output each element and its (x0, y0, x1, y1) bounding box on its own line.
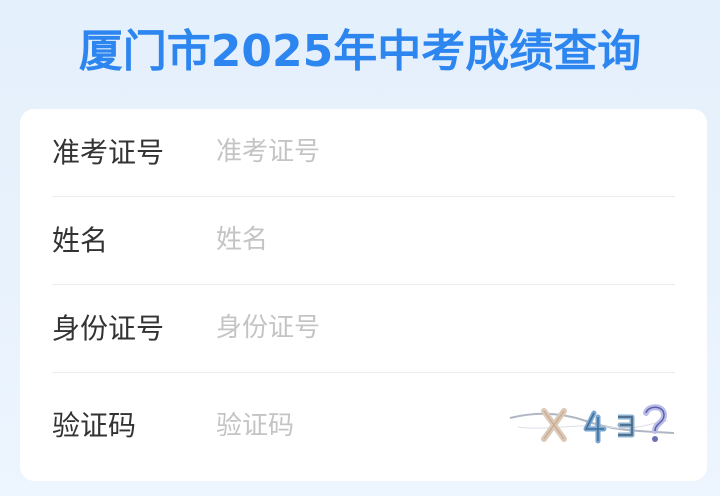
id-number-label: 身份证号 (52, 312, 165, 345)
captcha-glyph (617, 414, 635, 438)
captcha-label: 验证码 (52, 409, 137, 442)
exam-number-input[interactable] (216, 131, 506, 173)
captcha-glyph (583, 410, 607, 444)
captcha-input[interactable] (216, 405, 506, 447)
exam-number-label: 准考证号 (52, 136, 165, 169)
name-input[interactable] (216, 219, 506, 261)
query-form-card: 准考证号 姓名 身份证号 验证码 (20, 109, 707, 481)
form-row-exam-number: 准考证号 (52, 109, 675, 197)
page-title: 厦门市2025年中考成绩查询 (78, 26, 642, 77)
form-row-name: 姓名 (52, 197, 675, 285)
id-number-input[interactable] (216, 307, 506, 349)
form-row-captcha: 验证码 (52, 373, 675, 479)
captcha-image[interactable] (508, 397, 676, 455)
name-label: 姓名 (52, 224, 109, 257)
form-row-id-number: 身份证号 (52, 285, 675, 373)
captcha-glyph (541, 408, 567, 442)
